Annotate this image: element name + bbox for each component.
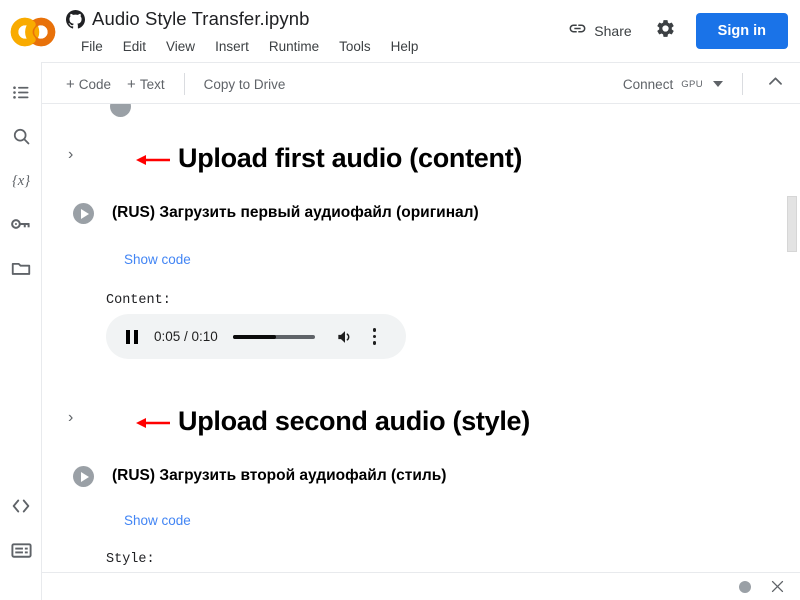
settings-button[interactable] [648,13,684,49]
copy-to-drive-button[interactable]: Copy to Drive [196,72,294,97]
page-title: Audio Style Transfer.ipynb [92,8,310,29]
add-text-label: Text [139,76,165,92]
share-label: Share [594,23,632,39]
sidebar-item-variables[interactable]: {x} [5,164,37,196]
menu-item-insert[interactable]: Insert [205,37,259,56]
toolbar-divider [183,73,185,95]
output-label-style: Style: [106,552,155,567]
show-code-link-2[interactable]: Show code [124,513,191,528]
section-heading-2: Upload second audio (style) [178,406,530,436]
cell-heading-1: (RUS) Загрузить первый аудиофайл (оригин… [112,204,479,221]
sidebar-item-terminal[interactable] [5,534,37,566]
vertical-scrollbar[interactable] [786,104,800,600]
chevron-up-icon [766,72,785,96]
run-cell-button-2[interactable] [73,466,94,487]
audio-progress-bar[interactable] [232,334,315,339]
menu-item-file[interactable]: File [71,37,113,56]
add-text-cell-button[interactable]: + Text [119,72,173,97]
gear-icon [655,18,676,44]
play-icon [80,471,89,482]
document-title-row: Audio Style Transfer.ipynb [66,8,310,30]
section-collapse-chevron-1[interactable]: › [68,146,73,164]
cell-heading-2: (RUS) Загрузить второй аудиофайл (стиль) [112,467,447,484]
colab-window: Audio Style Transfer.ipynb File Edit Vie… [0,0,800,600]
run-cell-button-1[interactable] [73,203,94,224]
runtime-type-badge: GPU [681,78,703,90]
menu-item-tools[interactable]: Tools [329,37,381,56]
section-heading-1: Upload first audio (content) [178,143,523,173]
toolbar-divider [742,73,743,95]
pause-icon[interactable] [126,329,138,344]
menu-bar: File Edit View Insert Runtime Tools Help [71,37,428,56]
status-dot-icon [739,580,751,593]
menu-item-edit[interactable]: Edit [113,37,156,56]
audio-progress-fill [232,334,277,339]
audio-time-display: 0:05 / 0:10 [154,329,218,344]
collapse-toolbar-button[interactable] [760,69,790,99]
chevron-down-icon[interactable] [713,81,723,87]
colab-logo[interactable] [8,15,58,49]
plus-icon: + [66,75,75,93]
header-actions: Share Sign in [558,12,788,50]
notebook-content: › Upload first audio (content) (RUS) Заг… [42,104,800,600]
add-code-label: Code [78,76,112,92]
close-icon[interactable] [769,578,786,595]
section-collapse-chevron-2[interactable]: › [68,409,73,427]
sidebar-item-secrets[interactable] [5,208,37,240]
toolbar-right-group: Connect GPU [615,63,790,105]
sidebar-item-search[interactable] [5,120,37,152]
left-sidebar: {x} [0,62,42,600]
menu-item-runtime[interactable]: Runtime [259,37,329,56]
volume-icon[interactable] [335,327,355,347]
show-code-link-1[interactable]: Show code [124,252,191,267]
clipped-run-button[interactable] [110,104,131,117]
svg-text:{x}: {x} [12,173,30,189]
sidebar-item-files[interactable] [5,252,37,284]
toolbar-left-group: + Code + Text Copy to Drive [58,63,293,105]
github-icon [66,9,85,29]
menu-item-view[interactable]: View [156,37,205,56]
play-icon [80,208,89,219]
scrollbar-thumb[interactable] [787,196,797,252]
output-label-content: Content: [106,293,171,308]
connect-button[interactable]: Connect GPU [615,72,731,97]
link-icon [568,19,587,43]
sidebar-item-table-of-contents[interactable] [5,76,37,108]
app-header: Audio Style Transfer.ipynb File Edit Vie… [0,0,800,62]
share-button[interactable]: Share [558,12,641,50]
sign-in-button[interactable]: Sign in [695,13,788,49]
notebook-toolbar: + Code + Text Copy to Drive Connect GPU [42,62,800,104]
menu-item-help[interactable]: Help [381,37,429,56]
audio-player-content: 0:05 / 0:10 [106,314,406,359]
plus-icon: + [127,75,136,93]
kebab-menu-icon[interactable] [372,328,377,345]
add-code-cell-button[interactable]: + Code [58,72,119,97]
sidebar-item-code-snippets[interactable] [5,490,37,522]
status-bar [42,572,800,600]
connect-label: Connect [622,76,674,92]
